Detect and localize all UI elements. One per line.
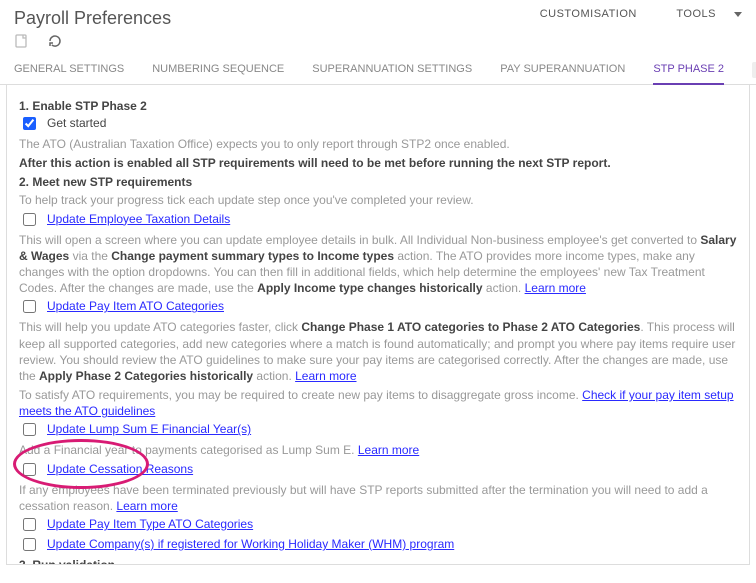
tab-bar: GENERAL SETTINGS NUMBERING SEQUENCE SUPE… — [0, 55, 756, 85]
tab-overflow-icon[interactable]: ⋯ — [752, 62, 756, 78]
learn-more-link[interactable]: Learn more — [116, 499, 177, 513]
step-3-title: 3. Run validation — [19, 558, 737, 565]
tab-pay-superannuation[interactable]: PAY SUPERANNUATION — [500, 55, 625, 84]
after-action-note: After this action is enabled all STP req… — [19, 156, 611, 170]
ato-note: The ATO (Australian Taxation Office) exp… — [19, 136, 737, 152]
update-company-whm-link[interactable]: Update Company(s) if registered for Work… — [47, 537, 454, 551]
customisation-menu[interactable]: CUSTOMISATION — [540, 8, 637, 20]
update-company-whm-checkbox[interactable] — [23, 538, 36, 551]
tab-general-settings[interactable]: GENERAL SETTINGS — [14, 55, 124, 84]
cessation-reasons-desc: If any employees have been terminated pr… — [19, 482, 737, 514]
update-lump-sum-e-link[interactable]: Update Lump Sum E Financial Year(s) — [47, 422, 251, 436]
employee-taxation-desc: This will open a screen where you can up… — [19, 232, 737, 297]
step-1-title: 1. Enable STP Phase 2 — [19, 99, 737, 113]
update-employee-taxation-link[interactable]: Update Employee Taxation Details — [47, 212, 230, 226]
pay-item-disaggregate-desc: To satisfy ATO requirements, you may be … — [19, 387, 737, 419]
update-pay-item-type-checkbox[interactable] — [23, 518, 36, 531]
tab-numbering-sequence[interactable]: NUMBERING SEQUENCE — [152, 55, 284, 84]
learn-more-link[interactable]: Learn more — [358, 443, 419, 457]
update-cessation-reasons-link[interactable]: Update Cessation Reasons — [47, 462, 193, 476]
tab-stp-phase-2[interactable]: STP PHASE 2 — [653, 55, 724, 85]
update-pay-item-type-link[interactable]: Update Pay Item Type ATO Categories — [47, 517, 253, 531]
step-2-intro: To help track your progress tick each up… — [19, 192, 737, 208]
update-lump-sum-e-checkbox[interactable] — [23, 423, 36, 436]
lump-sum-e-desc: Add a Financial year to payments categor… — [19, 442, 737, 458]
tab-superannuation-settings[interactable]: SUPERANNUATION SETTINGS — [312, 55, 472, 84]
content-panel: 1. Enable STP Phase 2 Get started The AT… — [6, 85, 750, 565]
step-2-title: 2. Meet new STP requirements — [19, 175, 737, 189]
notes-icon[interactable] — [14, 33, 30, 49]
pay-item-categories-desc: This will help you update ATO categories… — [19, 319, 737, 384]
update-cessation-reasons-checkbox[interactable] — [23, 463, 36, 476]
refresh-icon[interactable] — [47, 33, 63, 49]
update-employee-taxation-checkbox[interactable] — [23, 213, 36, 226]
page-title: Payroll Preferences — [14, 8, 171, 29]
get-started-label: Get started — [47, 116, 106, 130]
update-pay-item-categories-checkbox[interactable] — [23, 300, 36, 313]
learn-more-link[interactable]: Learn more — [525, 281, 586, 295]
learn-more-link[interactable]: Learn more — [295, 369, 356, 383]
chevron-down-icon — [734, 12, 742, 17]
get-started-checkbox[interactable] — [23, 117, 36, 130]
tools-menu[interactable]: TOOLS — [658, 8, 742, 20]
update-pay-item-categories-link[interactable]: Update Pay Item ATO Categories — [47, 299, 224, 313]
